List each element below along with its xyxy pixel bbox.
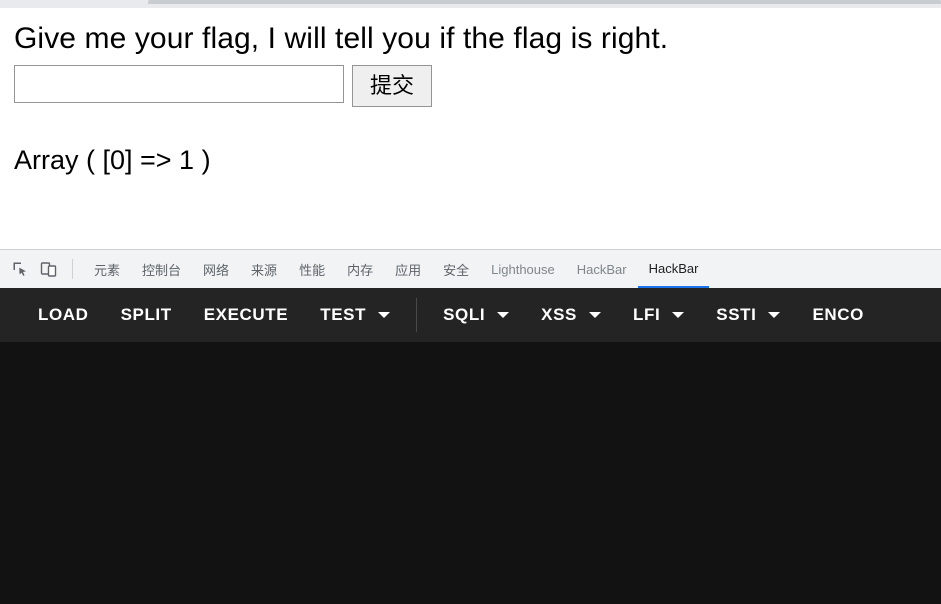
chevron-down-icon [672,312,685,318]
devtools-tab-hackbar-2[interactable]: HackBar [637,250,710,288]
hackbar-lfi-button[interactable]: LFI [617,305,700,325]
devtools-tab-hackbar-1[interactable]: HackBar [566,250,638,288]
device-toolbar-icon[interactable] [34,250,62,288]
hackbar-load-button[interactable]: LOAD [22,305,105,325]
browser-chrome-strip [0,0,941,8]
hackbar-toolbar-divider [416,298,418,332]
hackbar-test-button[interactable]: TEST [304,305,406,325]
hackbar-sqli-label: SQLI [443,305,486,324]
hackbar-encoding-label: ENCO [812,305,865,324]
chevron-down-icon [497,312,510,318]
hackbar-ssti-label: SSTI [716,305,757,324]
hackbar-ssti-button[interactable]: SSTI [700,305,796,325]
hackbar-test-label: TEST [320,305,367,324]
devtools-tab-application[interactable]: 应用 [384,250,432,288]
hackbar-split-label: SPLIT [120,305,172,324]
browser-tab-strip [148,0,941,4]
flag-input[interactable] [14,65,344,103]
hackbar-toolbar: LOAD SPLIT EXECUTE TEST SQLI XSS LFI SST… [0,288,941,342]
devtools-tab-security[interactable]: 安全 [432,250,480,288]
hackbar-execute-label: EXECUTE [203,305,289,324]
array-output-text: Array ( [0] => 1 ) [14,145,211,175]
hackbar-sqli-button[interactable]: SQLI [427,305,525,325]
devtools-tabbar: 元素 控制台 网络 来源 性能 内存 应用 安全 Lighthouse Hack… [0,249,941,288]
devtools-tab-network[interactable]: 网络 [192,250,240,288]
page-title: Give me your flag, I will tell you if th… [14,22,669,55]
devtools-tab-sources[interactable]: 来源 [240,250,288,288]
chevron-down-icon [378,312,391,318]
inspect-element-icon[interactable] [6,250,34,288]
devtools-tab-memory[interactable]: 内存 [336,250,384,288]
hackbar-panel: LOAD SPLIT EXECUTE TEST SQLI XSS LFI SST… [0,288,941,604]
submit-button[interactable]: 提交 [352,65,432,107]
chevron-down-icon [589,312,601,318]
hackbar-load-label: LOAD [38,305,89,324]
devtools-tab-performance[interactable]: 性能 [288,250,336,288]
devtools-tab-elements[interactable]: 元素 [83,250,131,288]
devtools-tab-console[interactable]: 控制台 [131,250,192,288]
chevron-down-icon [768,312,781,318]
hackbar-split-button[interactable]: SPLIT [105,305,188,325]
hackbar-lfi-label: LFI [633,305,661,324]
hackbar-xss-label: XSS [541,305,577,324]
toolbar-divider [72,259,73,279]
devtools-tab-lighthouse[interactable]: Lighthouse [480,250,566,288]
web-page-content: Give me your flag, I will tell you if th… [0,8,941,249]
hackbar-encoding-button[interactable]: ENCO [796,305,880,325]
hackbar-xss-button[interactable]: XSS [525,305,617,325]
flag-form: 提交 [14,65,432,107]
hackbar-execute-button[interactable]: EXECUTE [188,305,305,325]
